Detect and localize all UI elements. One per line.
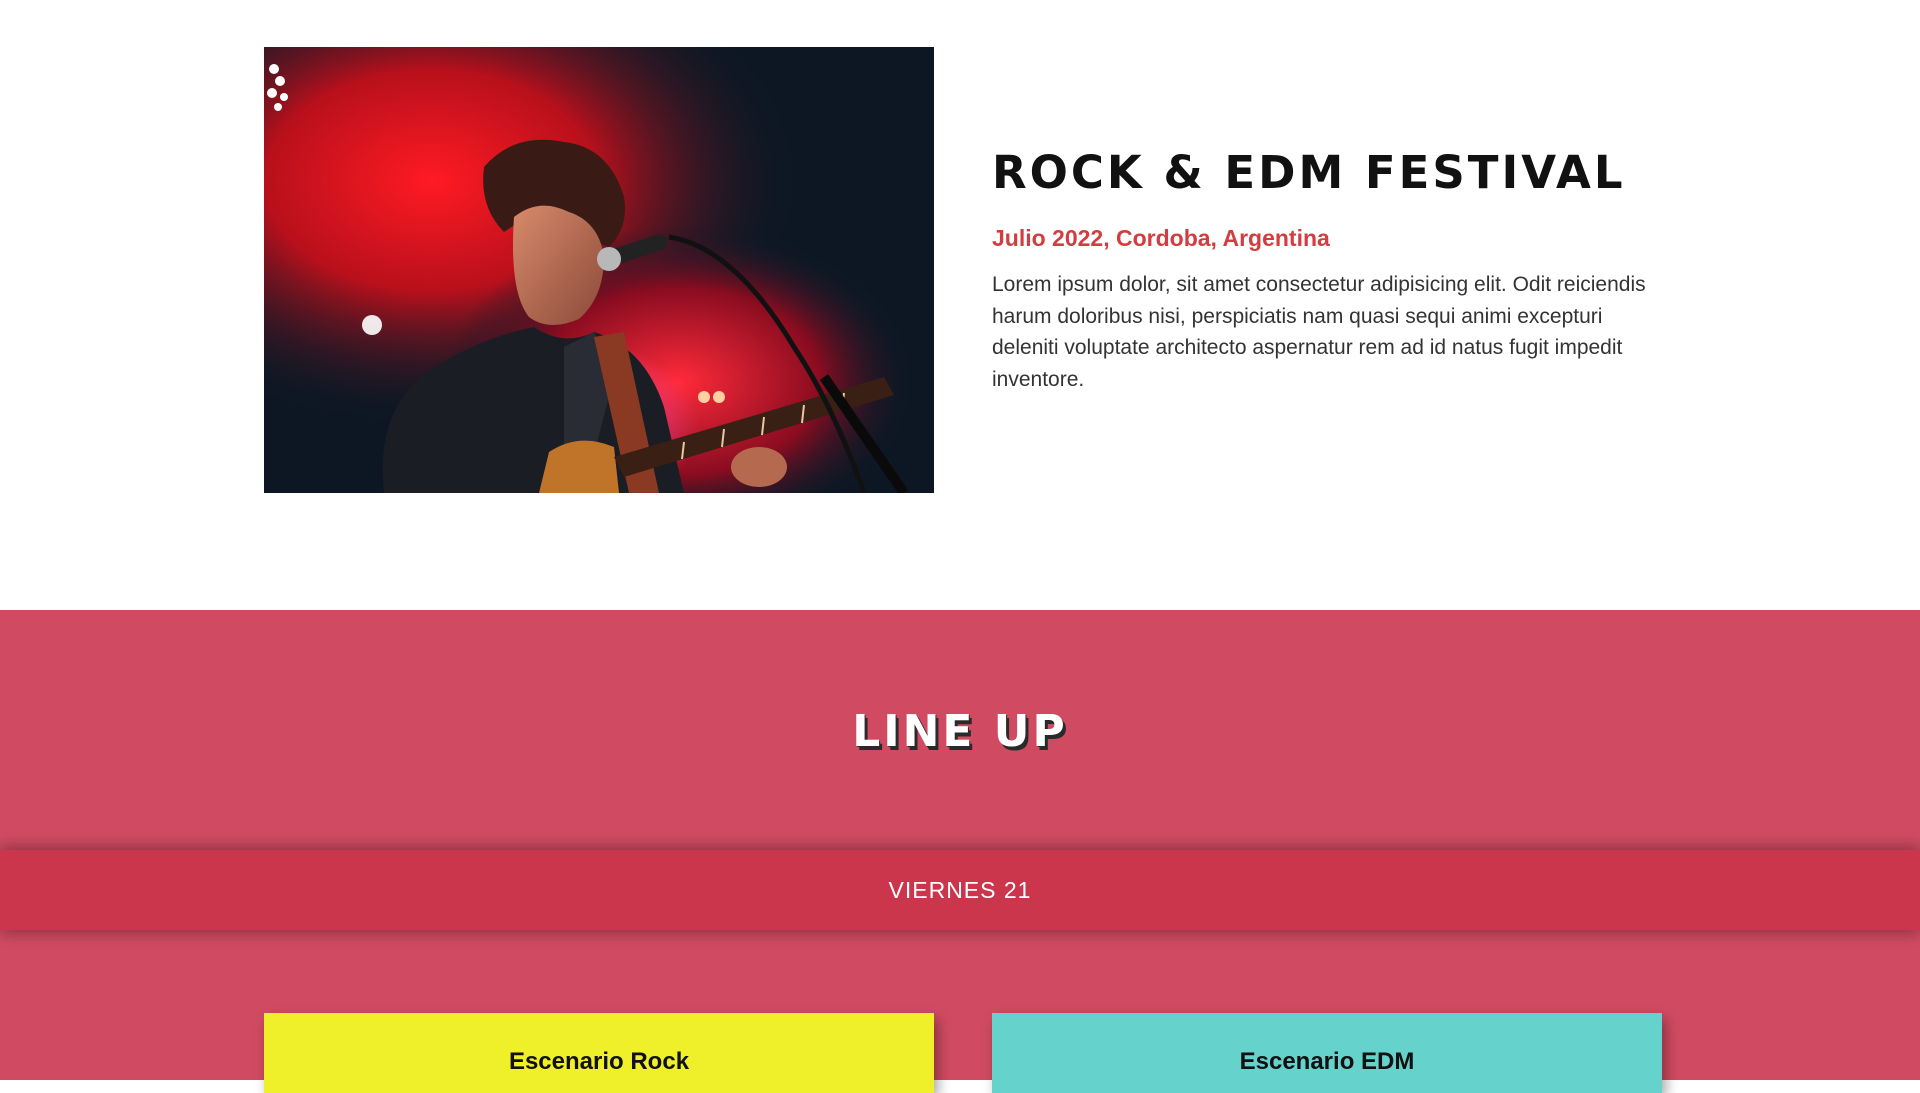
stage-card-edm: Escenario EDM	[992, 1013, 1662, 1093]
concert-illustration	[264, 47, 934, 493]
day-label: VIERNES 21	[888, 876, 1032, 903]
lineup-section: Line Up VIERNES 21 Escenario Rock Escena…	[0, 610, 1920, 1093]
festival-info: Rock & EDM Festival Julio 2022, Cordoba,…	[992, 145, 1672, 395]
stage-card-rock: Escenario Rock	[264, 1013, 934, 1093]
festival-title: Rock & EDM Festival	[992, 146, 1626, 199]
about-section: Rock & EDM Festival Julio 2022, Cordoba,…	[0, 0, 1920, 610]
festival-description: Lorem ipsum dolor, sit amet consectetur …	[992, 273, 1646, 391]
festival-date-location: Julio 2022, Cordoba, Argentina	[992, 225, 1330, 251]
stage-title-edm: Escenario EDM	[1239, 1048, 1415, 1075]
day-bar: VIERNES 21	[0, 850, 1920, 930]
stage-title-rock: Escenario Rock	[508, 1048, 690, 1075]
lineup-title: Line Up	[852, 706, 1068, 757]
festival-singer-photo	[264, 47, 934, 493]
